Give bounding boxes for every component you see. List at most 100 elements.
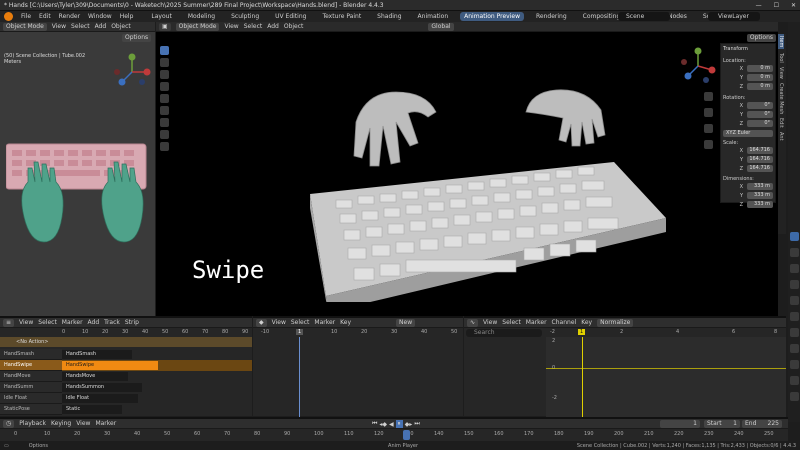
nla-track-name[interactable]: HandSmash: [0, 349, 62, 360]
current-frame-field[interactable]: 1: [660, 420, 700, 428]
left-menu-view[interactable]: View: [52, 23, 66, 30]
graph-menu-channel[interactable]: Channel: [552, 319, 577, 326]
tab-modeling[interactable]: Modeling: [184, 12, 219, 21]
graph-editor-type-icon[interactable]: ∿: [467, 318, 479, 327]
nla-strip[interactable]: HandsSummon: [62, 383, 142, 392]
tab-shading[interactable]: Shading: [373, 12, 405, 21]
transform-tool-icon[interactable]: [160, 106, 169, 115]
zoom-icon[interactable]: [141, 104, 150, 113]
nla-track-row[interactable]: StaticPose Static: [0, 404, 252, 415]
nla-strip[interactable]: HandSmash: [62, 350, 132, 359]
nla-strip[interactable]: Static: [62, 405, 122, 414]
view-layer-properties-icon[interactable]: [789, 280, 799, 289]
graph-ruler[interactable]: -2 1 2 4 6 8: [546, 328, 786, 337]
scale-x-field[interactable]: 164.716: [747, 147, 773, 154]
graph-menu-select[interactable]: Select: [502, 319, 521, 326]
pause-icon[interactable]: ⏸: [395, 420, 403, 428]
start-frame-field[interactable]: Start 1: [704, 420, 740, 428]
left-menu-add[interactable]: Add: [95, 23, 107, 30]
nla-editor-type-icon[interactable]: ≡: [3, 318, 15, 327]
timeline-menu-view[interactable]: View: [76, 420, 90, 427]
rotation-y-field[interactable]: 0°: [747, 111, 773, 118]
prev-keyframe-icon[interactable]: ◂◆: [379, 421, 387, 428]
scale-y-field[interactable]: 164.716: [747, 156, 773, 163]
main-navigation-gizmo[interactable]: [678, 46, 718, 86]
annotate-tool-icon[interactable]: [160, 118, 169, 127]
view-layer-selector[interactable]: ViewLayer: [708, 12, 760, 21]
nla-track-name[interactable]: Idle Float: [0, 393, 62, 404]
main-grid-icon[interactable]: [704, 140, 713, 149]
tab-edit[interactable]: Edit: [778, 118, 784, 128]
nla-track-row[interactable]: HandSumm HandsSummon: [0, 382, 252, 393]
left-options-dropdown[interactable]: Options: [122, 34, 152, 42]
dopesheet-ruler[interactable]: -10 1 10 20 30 40 50: [253, 328, 463, 337]
graph-current-frame[interactable]: 1: [578, 329, 586, 335]
nla-track-row[interactable]: HandSmash HandSmash: [0, 349, 252, 360]
left-navigation-gizmo[interactable]: [112, 52, 152, 92]
graph-search-input[interactable]: Search: [466, 329, 542, 337]
main-camera-icon[interactable]: [704, 124, 713, 133]
main-viewport[interactable]: ▣ Object Mode View Select Add Object Glo…: [156, 22, 778, 316]
main-menu-view[interactable]: View: [224, 23, 238, 30]
menu-help[interactable]: Help: [120, 13, 134, 20]
nla-menu-view[interactable]: View: [19, 319, 33, 326]
scene-properties-icon[interactable]: [789, 296, 799, 305]
maximize-icon[interactable]: ☐: [774, 2, 779, 9]
menu-render[interactable]: Render: [59, 13, 80, 20]
tool-properties-icon[interactable]: [789, 232, 799, 241]
nla-track-name[interactable]: HandSumm: [0, 382, 62, 393]
minimize-icon[interactable]: —: [756, 2, 762, 9]
timeline-menu-playback[interactable]: Playback: [19, 420, 46, 427]
main-menu-add[interactable]: Add: [267, 23, 279, 30]
new-action-button[interactable]: New: [396, 318, 416, 327]
main-menu-select[interactable]: Select: [244, 23, 263, 30]
nla-track-name[interactable]: HandMove: [0, 371, 62, 382]
left-menu-object[interactable]: Object: [111, 23, 131, 30]
nla-strip[interactable]: HandsMove: [62, 372, 128, 381]
dopesheet-menu-select[interactable]: Select: [291, 319, 310, 326]
main-options-dropdown[interactable]: Options: [746, 34, 776, 42]
tab-animation-preview[interactable]: Animation Preview: [460, 12, 524, 21]
left-mode-dropdown[interactable]: Object Mode: [3, 22, 47, 31]
jump-end-icon[interactable]: ⏭: [414, 420, 419, 428]
location-x-field[interactable]: 0 m: [747, 65, 773, 72]
constraint-properties-icon[interactable]: [789, 360, 799, 369]
play-reverse-icon[interactable]: ◀: [389, 421, 394, 428]
timeline-menu-marker[interactable]: Marker: [95, 420, 116, 427]
scale-z-field[interactable]: 164.716: [747, 165, 773, 172]
menu-file[interactable]: File: [21, 13, 31, 20]
dopesheet-playhead[interactable]: [299, 337, 300, 417]
main-zoom-icon[interactable]: [704, 92, 713, 101]
output-properties-icon[interactable]: [789, 264, 799, 273]
dopesheet-menu-marker[interactable]: Marker: [314, 319, 335, 326]
nla-track-row[interactable]: HandMove HandsMove: [0, 371, 252, 382]
dimensions-y-field[interactable]: 333 m: [747, 192, 773, 199]
end-frame-field[interactable]: End 225: [742, 420, 782, 428]
scene-selector[interactable]: Scene: [618, 12, 670, 21]
tab-uv-editing[interactable]: UV Editing: [271, 12, 310, 21]
location-z-field[interactable]: 0 m: [747, 83, 773, 90]
rotation-mode-dropdown[interactable]: XYZ Euler: [723, 130, 773, 137]
main-pan-hand-icon[interactable]: [704, 108, 713, 117]
render-properties-icon[interactable]: [789, 248, 799, 257]
nla-track-row[interactable]: Idle Float Idle Float: [0, 393, 252, 404]
pan-hand-icon[interactable]: [141, 120, 150, 129]
tab-create-mesh[interactable]: Create Mesh: [778, 83, 784, 114]
dopesheet-menu-key[interactable]: Key: [340, 319, 351, 326]
graph-menu-key[interactable]: Key: [581, 319, 592, 326]
nla-menu-track[interactable]: Track: [104, 319, 120, 326]
main-menu-object[interactable]: Object: [284, 23, 304, 30]
nla-menu-select[interactable]: Select: [38, 319, 57, 326]
dopesheet-menu-view[interactable]: View: [272, 319, 286, 326]
nla-menu-marker[interactable]: Marker: [62, 319, 83, 326]
left-viewport[interactable]: Object Mode View Select Add Object Optio…: [0, 22, 155, 316]
tab-view[interactable]: View: [778, 67, 784, 79]
nla-track-row-selected[interactable]: HandSwipe HandSwipe: [0, 360, 252, 371]
rotation-x-field[interactable]: 0°: [747, 102, 773, 109]
rotation-z-field[interactable]: 0°: [747, 120, 773, 127]
nla-track-name[interactable]: StaticPose: [0, 404, 62, 415]
left-menu-select[interactable]: Select: [71, 23, 90, 30]
scale-tool-icon[interactable]: [160, 94, 169, 103]
timeline-ruler[interactable]: 0102030405060708090100110120130140150160…: [0, 430, 788, 440]
graph-area[interactable]: 2 0 -2: [546, 337, 786, 417]
